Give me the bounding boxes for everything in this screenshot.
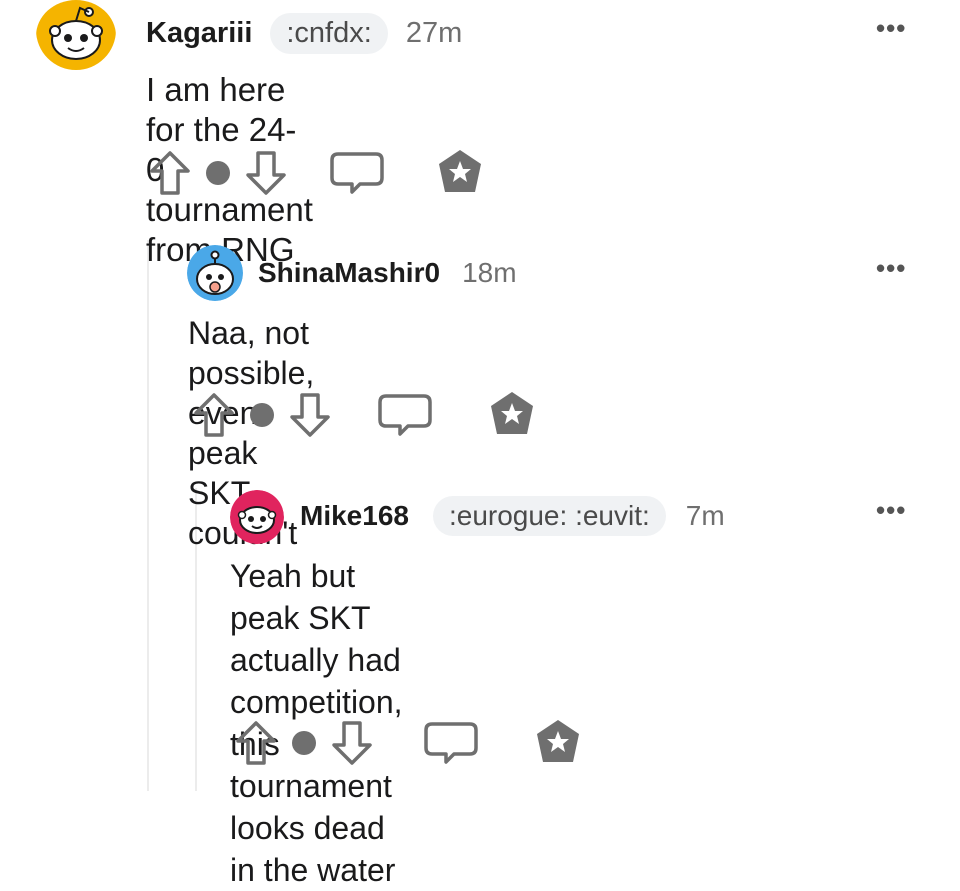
- snoo-avatar-icon: [187, 245, 243, 301]
- comment-actions: [234, 715, 584, 771]
- comment-actions: [192, 388, 538, 442]
- reply-icon[interactable]: [328, 150, 386, 196]
- username[interactable]: Kagariii: [146, 17, 252, 50]
- vote-score-dot: [250, 403, 274, 427]
- upvote-icon[interactable]: [234, 719, 278, 767]
- comment-meta: Mike168 :eurogue: :euvit: 7m: [300, 494, 725, 538]
- award-icon[interactable]: [486, 389, 538, 441]
- more-options-icon[interactable]: •••: [876, 497, 906, 523]
- downvote-icon[interactable]: [330, 719, 374, 767]
- award-icon[interactable]: [532, 717, 584, 769]
- downvote-icon[interactable]: [288, 391, 332, 439]
- more-options-icon[interactable]: •••: [876, 15, 906, 41]
- avatar[interactable]: [187, 245, 243, 301]
- timestamp: 7m: [685, 500, 725, 531]
- snoo-avatar-icon: [36, 0, 116, 70]
- comment-meta: Kagariii :cnfdx: 27m: [146, 12, 463, 54]
- reply-icon[interactable]: [376, 392, 434, 438]
- thread-line-level-1[interactable]: [147, 240, 149, 791]
- vote-score-dot: [292, 731, 316, 755]
- username[interactable]: ShinaMashir0: [258, 257, 440, 289]
- comment-meta: ShinaMashir0 18m: [258, 252, 517, 294]
- award-icon[interactable]: [434, 147, 486, 199]
- downvote-icon[interactable]: [244, 149, 288, 197]
- comment-actions: [148, 146, 486, 200]
- vote-score-dot: [206, 161, 230, 185]
- upvote-icon[interactable]: [192, 391, 236, 439]
- more-options-icon[interactable]: •••: [876, 255, 906, 281]
- username[interactable]: Mike168: [300, 500, 409, 532]
- timestamp: 18m: [462, 257, 517, 288]
- user-flair: :cnfdx:: [270, 12, 388, 54]
- avatar[interactable]: [230, 490, 284, 544]
- user-flair: :eurogue: :euvit:: [432, 496, 666, 536]
- upvote-icon[interactable]: [148, 149, 192, 197]
- reply-icon[interactable]: [422, 720, 480, 766]
- snoo-avatar-icon: [230, 490, 284, 544]
- timestamp: 27m: [405, 16, 463, 49]
- avatar[interactable]: [36, 0, 116, 72]
